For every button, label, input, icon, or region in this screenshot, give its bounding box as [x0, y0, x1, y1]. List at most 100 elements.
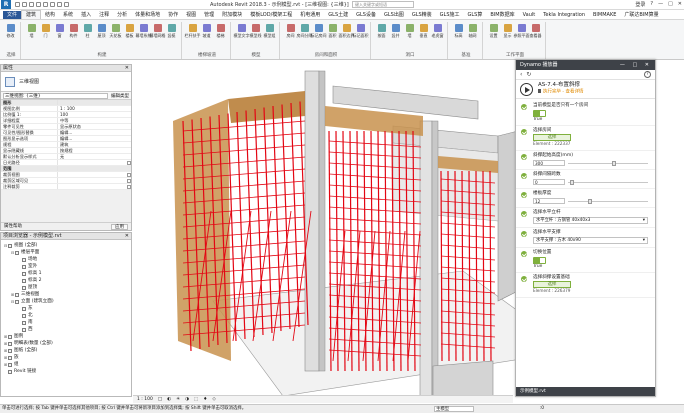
ribbon-button[interactable]: 显示	[501, 23, 514, 44]
property-checkbox[interactable]	[127, 161, 131, 165]
slider-handle[interactable]	[612, 160, 616, 166]
tree-node[interactable]: ⊞ 图例	[3, 333, 131, 340]
view-control-icon[interactable]: ◇	[212, 396, 215, 403]
ribbon-button[interactable]: 构件	[67, 23, 80, 44]
ribbon-tab[interactable]: GLS土建	[324, 11, 352, 19]
window-controls[interactable]: — □ ✕	[620, 60, 652, 70]
view-control-icon[interactable]: ♦	[203, 396, 207, 403]
ribbon-button[interactable]: 模型线	[249, 23, 262, 44]
print-icon[interactable]	[43, 2, 48, 7]
ribbon-button[interactable]: 房间	[284, 23, 297, 44]
tree-node[interactable]: 西	[3, 326, 131, 333]
property-value[interactable]: 无	[57, 154, 131, 159]
back-icon[interactable]: ‹	[520, 71, 522, 78]
ribbon-button[interactable]: 坡道	[200, 23, 213, 44]
ribbon-tab[interactable]: 系统	[59, 11, 77, 19]
select-element-button[interactable]: 选择	[533, 281, 571, 288]
slider-value-input[interactable]: 0	[533, 179, 565, 185]
ribbon-button[interactable]: 标记房间	[311, 23, 327, 44]
ribbon-button[interactable]: 墙	[403, 23, 416, 44]
view-control-icon[interactable]: □	[158, 396, 162, 403]
minimize-icon[interactable]: —	[658, 1, 663, 8]
ribbon-button[interactable]: 楼板	[123, 23, 136, 44]
ribbon-tab[interactable]: 分析	[113, 11, 131, 19]
3d-view-icon[interactable]	[64, 2, 69, 7]
ribbon-button[interactable]: 窗	[53, 23, 66, 44]
tree-node[interactable]: ⊞ 明细表/数量 (全部)	[3, 340, 131, 347]
ribbon-tab[interactable]: BIMMAKE	[589, 11, 620, 19]
close-icon[interactable]: ✕	[125, 233, 129, 240]
ribbon-tab[interactable]: 结构	[41, 11, 59, 19]
ribbon-button[interactable]: 幕墙系统	[136, 23, 152, 44]
tree-node[interactable]: 东	[3, 305, 131, 312]
property-checkbox[interactable]	[127, 179, 131, 183]
maximize-icon[interactable]: □	[668, 1, 673, 8]
ribbon-button[interactable]: 竖梃	[165, 23, 178, 44]
view-control-icon[interactable]: ◐	[167, 396, 171, 403]
ribbon-button[interactable]: 墙	[25, 23, 38, 44]
ribbon-button[interactable]: 面积边界	[339, 23, 355, 44]
tree-node[interactable]: 北	[3, 312, 131, 319]
ribbon-tab[interactable]: 协作	[164, 11, 182, 19]
property-value[interactable]	[57, 160, 127, 165]
property-value[interactable]: 显示原状态	[57, 124, 131, 129]
script-status[interactable]: 执行完毕 - 查看详情	[538, 89, 583, 96]
ribbon-tab[interactable]: 视图	[182, 11, 200, 19]
property-value[interactable]: 100	[57, 112, 131, 117]
play-icon[interactable]	[520, 83, 533, 96]
boolean-toggle[interactable]	[533, 257, 546, 264]
view-control-icon[interactable]: ⬚	[194, 396, 198, 403]
ribbon-tab[interactable]: 广联达BIM算量	[620, 11, 662, 19]
slider-handle[interactable]	[570, 179, 575, 185]
ribbon-tab[interactable]: 文件	[3, 10, 22, 19]
tree-node[interactable]: 场地	[3, 256, 131, 263]
redo-icon[interactable]	[36, 2, 41, 7]
signin-link[interactable]: 登录	[635, 1, 645, 8]
tree-node[interactable]: ⊟ 视图 (全部)	[3, 242, 131, 249]
ribbon-tab[interactable]: 插入	[77, 11, 95, 19]
property-value[interactable]: 建筑	[57, 142, 131, 147]
ribbon-tab[interactable]: 模板LOD/模架工程	[246, 11, 296, 19]
ribbon-button[interactable]: 门	[39, 23, 52, 44]
property-value[interactable]: 1 : 100	[57, 106, 131, 111]
measure-icon[interactable]	[50, 2, 55, 7]
ribbon-tab[interactable]: GLS施工	[436, 11, 464, 19]
ribbon-button[interactable]: 老虎窗	[431, 23, 444, 44]
edit-type-button[interactable]: 编辑类型	[111, 93, 129, 99]
design-option-select[interactable]: 主模型	[434, 406, 474, 412]
properties-help-link[interactable]: 属性帮助	[4, 224, 22, 229]
ribbon-tab[interactable]: GLS精装	[408, 11, 436, 19]
close-icon[interactable]: ✕	[125, 65, 129, 72]
property-value[interactable]	[57, 178, 127, 183]
view-scale[interactable]: 1 : 100	[137, 396, 153, 403]
ribbon-button[interactable]: 修改	[4, 23, 17, 44]
slider-value-input[interactable]: 12	[533, 198, 565, 204]
select-element-button[interactable]: 选择	[533, 134, 571, 141]
ribbon-button[interactable]: 竖井	[389, 23, 402, 44]
ribbon-tab[interactable]: 注释	[95, 11, 113, 19]
tree-node[interactable]: ⊞ 三维视图	[3, 291, 131, 298]
ribbon-button[interactable]: 标记面积	[353, 23, 369, 44]
ribbon-tab[interactable]: 附加模块	[218, 11, 246, 19]
tree-node[interactable]: 室外	[3, 263, 131, 270]
ribbon-button[interactable]: 楼梯	[214, 23, 227, 44]
revit-app-icon[interactable]: R	[1, 0, 11, 9]
slider-track[interactable]	[568, 179, 648, 185]
property-checkbox[interactable]	[127, 173, 131, 177]
property-row[interactable]: 注释裁剪	[1, 184, 131, 190]
view-control-icon[interactable]: ◑	[185, 396, 189, 403]
ribbon-button[interactable]: 标高	[452, 23, 465, 44]
ribbon-button[interactable]: 模型组	[263, 23, 276, 44]
ribbon-tab[interactable]: Vault	[519, 11, 540, 19]
tree-node[interactable]: 标高 1	[3, 270, 131, 277]
view-control-icon[interactable]: ☀	[176, 396, 180, 403]
property-checkbox[interactable]	[127, 185, 131, 189]
ribbon-tab[interactable]: GLS出图	[380, 11, 408, 19]
ribbon-button[interactable]: 面积	[326, 23, 339, 44]
ribbon-button[interactable]: 天花板	[109, 23, 122, 44]
ribbon-tab[interactable]: 建筑	[21, 10, 42, 19]
tree-node[interactable]: ⊞ 组	[3, 361, 131, 368]
property-value[interactable]: 中等	[57, 118, 131, 123]
undo-icon[interactable]	[29, 2, 34, 7]
property-value[interactable]: 编辑...	[57, 136, 131, 141]
